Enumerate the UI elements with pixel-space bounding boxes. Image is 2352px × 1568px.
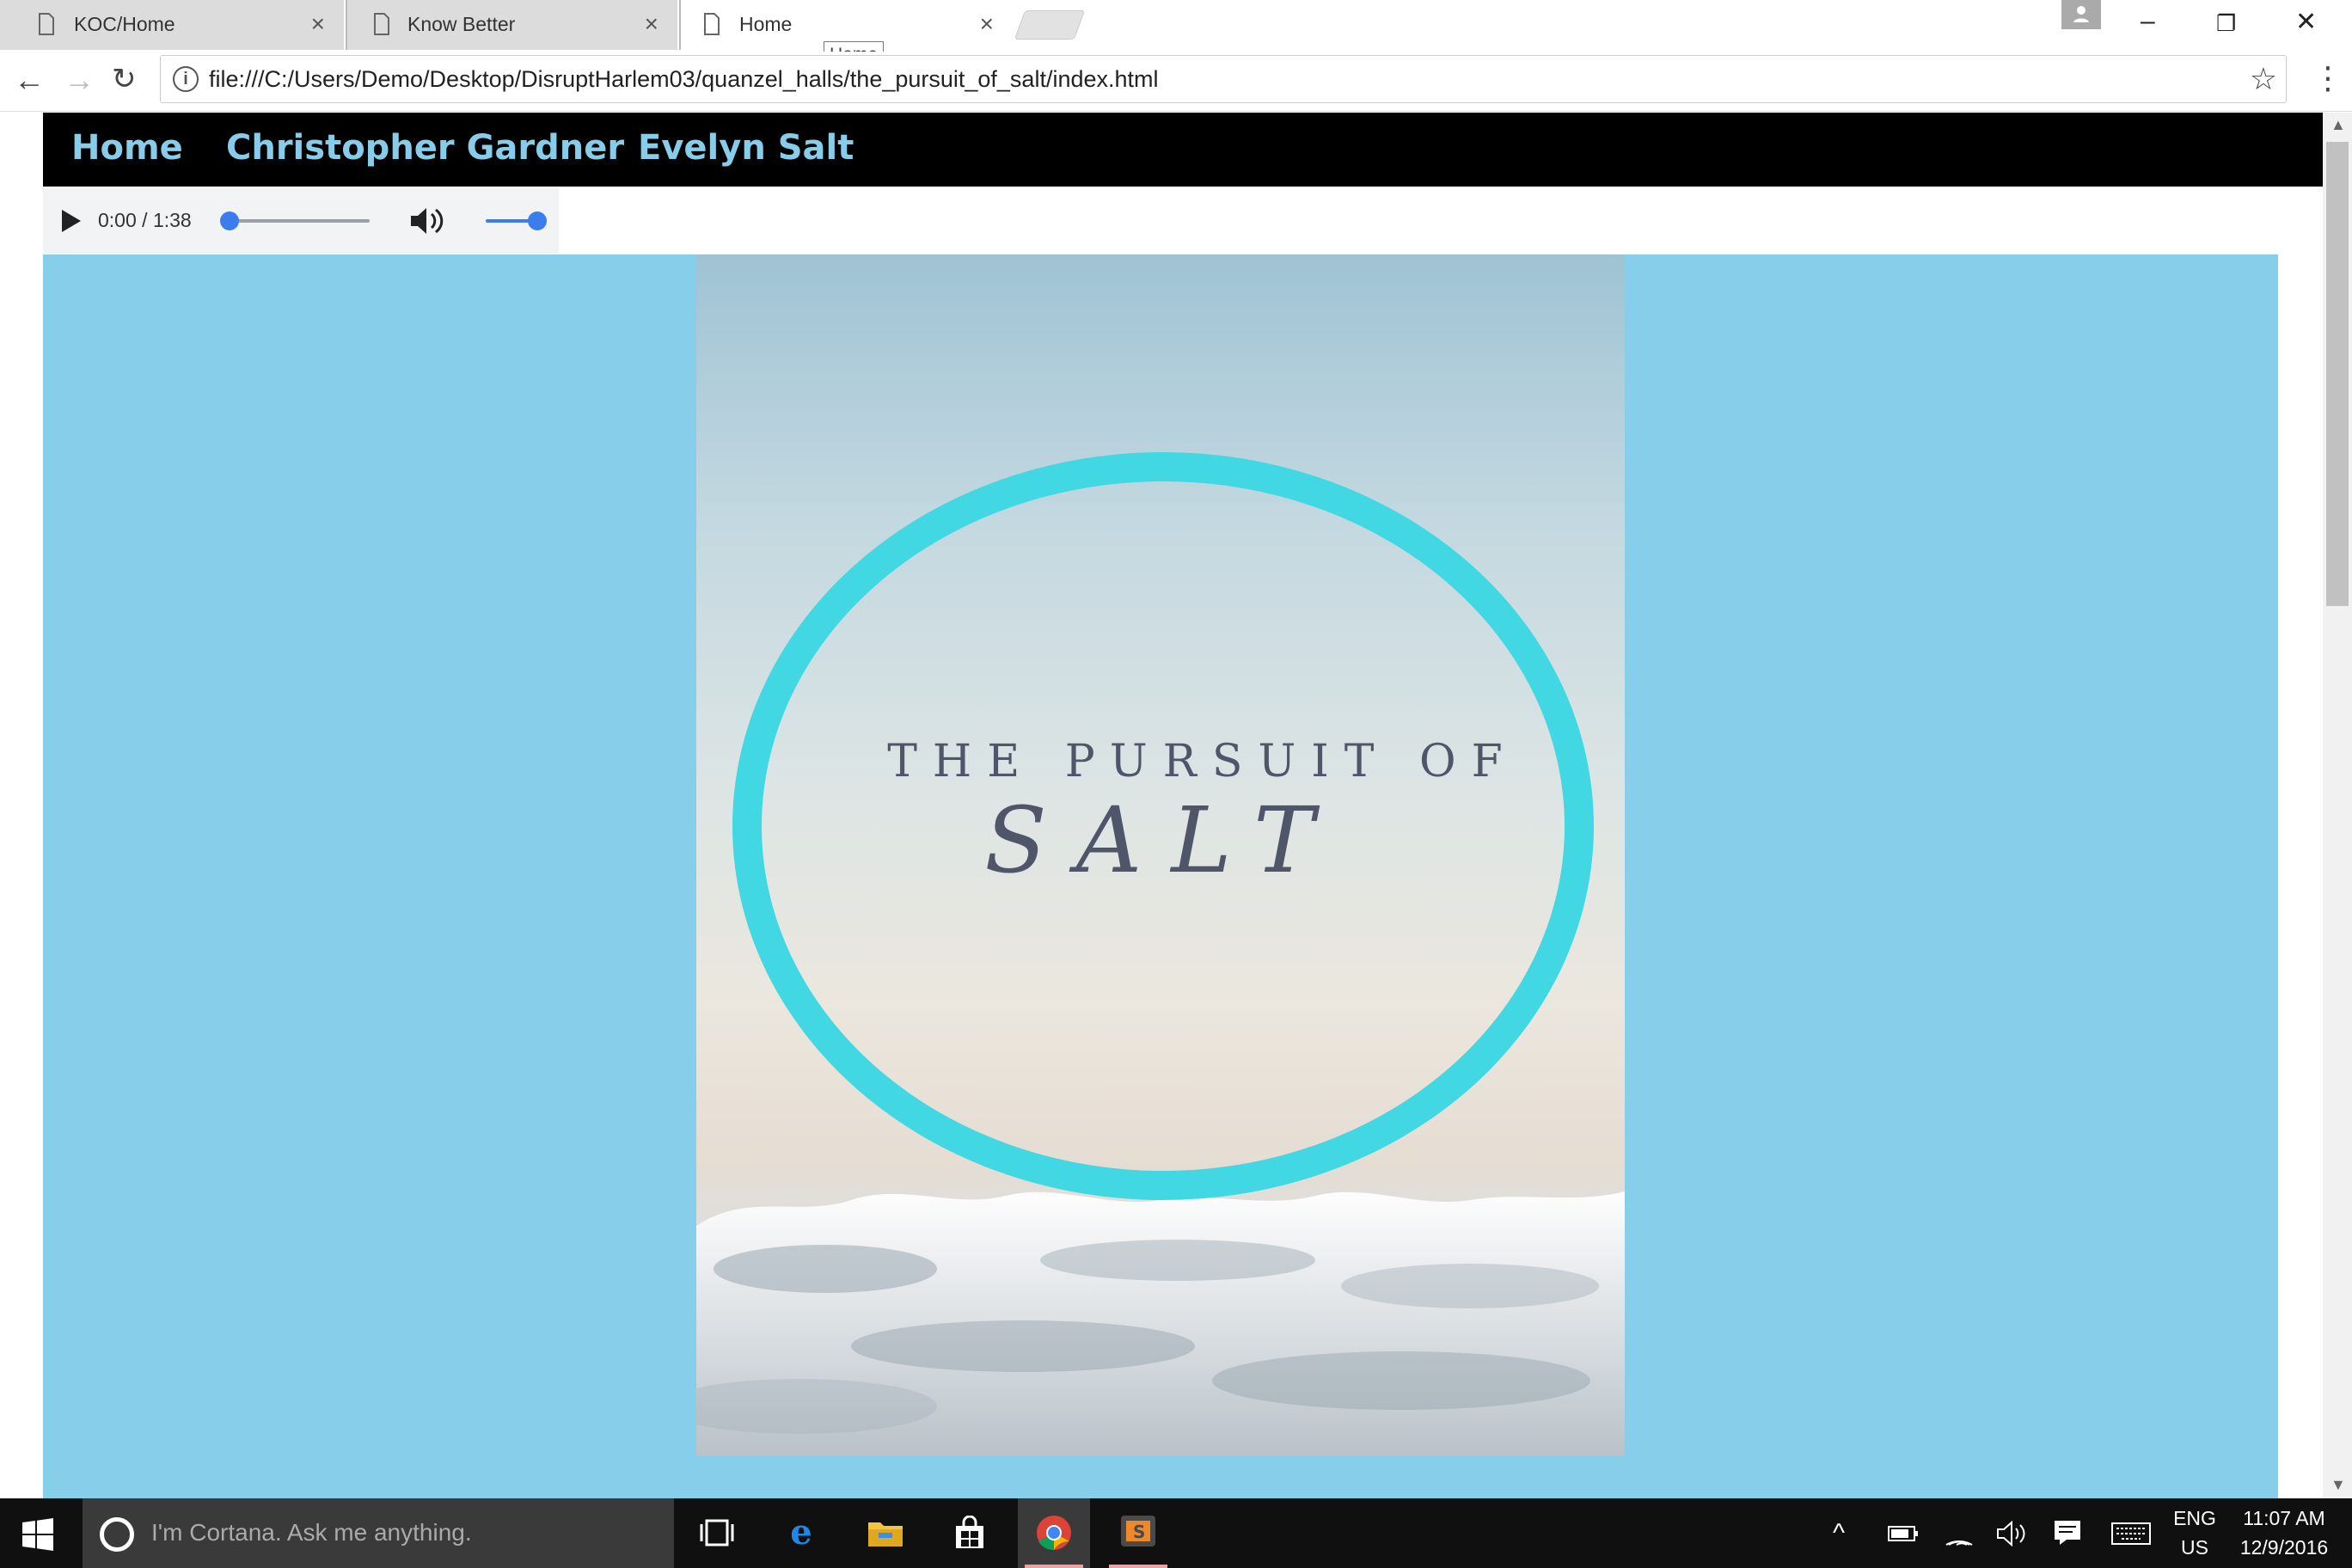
nav-link-christopher-gardner[interactable]: Christopher Gardner [226,128,624,168]
nav-link-evelyn-salt[interactable]: Evelyn Salt [638,128,854,168]
svg-text:S: S [1133,1522,1145,1542]
search-placeholder: I'm Cortana. Ask me anything. [151,1519,472,1546]
tab-title: KOC/Home [74,13,175,35]
volume-slider[interactable] [486,219,534,223]
page-icon [704,13,720,35]
chrome-icon [1037,1516,1071,1551]
store-button[interactable] [934,1498,1006,1568]
close-icon[interactable]: × [311,10,325,38]
menu-icon[interactable]: ⋮ [2312,60,2343,96]
audio-player: 0:00 / 1:38 [43,188,559,254]
poster-title-line2: SALT [984,787,1344,893]
page-icon [39,13,54,35]
sublime-text-button[interactable]: S [1102,1498,1174,1568]
poster-title-line1: THE PURSUIT OF [887,736,1518,787]
page-viewport: Home Christopher Gardner Evelyn Salt 0:0… [0,113,2352,1498]
hero-section: THE PURSUIT OF SALT [43,254,2278,1498]
edge-icon: e [790,1512,812,1553]
close-icon[interactable]: × [980,10,994,38]
forward-icon[interactable]: → [64,62,95,98]
url-text[interactable]: file:///C:/Users/Demo/Desktop/DisruptHar… [209,66,1159,93]
restore-icon[interactable]: ❐ [2216,10,2236,37]
tab-title: Home [739,13,793,35]
bookmark-star-icon[interactable]: ☆ [2250,61,2277,97]
volume-icon[interactable] [409,204,445,238]
new-tab-button[interactable] [1014,10,1086,40]
edge-button[interactable]: e [765,1498,837,1568]
speaker-icon[interactable] [1996,1521,2027,1547]
profile-button[interactable] [2061,0,2101,29]
page-scrollbar[interactable]: ▲ ▼ [2323,113,2352,1498]
chevron-up-icon[interactable]: ^ [1833,1519,1845,1548]
active-app-indicator [1025,1565,1083,1568]
battery-icon[interactable] [1888,1524,1919,1543]
scroll-thumb[interactable] [2326,142,2349,606]
time-separator: / [142,209,148,231]
windows-start-icon[interactable] [21,1517,55,1552]
page-icon [374,13,389,35]
scroll-down-icon[interactable]: ▼ [2331,1476,2346,1494]
tab-know-better[interactable]: Know Better × [347,0,677,50]
seek-handle[interactable] [220,211,239,230]
notifications-icon[interactable] [2053,1519,2082,1547]
audio-time: 0:00 / 1:38 [98,209,192,232]
input-region[interactable]: US [2173,1536,2216,1559]
clock-time[interactable]: 11:07 AM [2232,1507,2337,1530]
volume-handle[interactable] [528,211,547,230]
current-time: 0:00 [98,209,137,231]
cortana-search-box[interactable]: I'm Cortana. Ask me anything. [83,1498,674,1568]
keyboard-icon[interactable] [2111,1522,2151,1545]
task-view-icon [700,1519,734,1547]
file-explorer-icon [868,1522,903,1547]
user-icon [2073,6,2089,22]
clock-date[interactable]: 12/9/2016 [2232,1536,2337,1559]
task-view-button[interactable] [681,1498,753,1568]
cortana-icon [100,1517,134,1552]
back-icon[interactable]: ← [14,62,45,98]
site-nav: Home Christopher Gardner Evelyn Salt [43,113,2323,187]
address-bar[interactable]: i file:///C:/Users/Demo/Desktop/DisruptH… [160,55,2287,103]
close-icon[interactable]: × [645,10,658,38]
tab-koc-home[interactable]: KOC/Home × [0,0,344,50]
play-icon[interactable] [62,210,81,232]
running-app-indicator [1109,1565,1167,1568]
seek-bar[interactable] [229,219,370,223]
scroll-up-icon[interactable]: ▲ [2331,116,2346,134]
file-explorer-button[interactable] [849,1498,922,1568]
nav-link-home[interactable]: Home [71,128,183,168]
close-window-icon[interactable]: ✕ [2295,7,2317,37]
poster-image: THE PURSUIT OF SALT [696,254,1625,1456]
reload-icon[interactable]: ↻ [112,62,137,96]
tab-title: Know Better [407,13,516,35]
info-icon[interactable]: i [173,66,199,92]
browser-toolbar: ← → ↻ i file:///C:/Users/Demo/Desktop/Di… [0,52,2352,112]
chrome-button[interactable] [1018,1498,1090,1568]
minimize-icon[interactable]: – [2141,7,2155,36]
sublime-text-icon: S [1121,1516,1155,1547]
browser-titlebar: KOC/Home × Know Better × Home × Home – ❐… [0,0,2352,69]
windows-taskbar: I'm Cortana. Ask me anything. e S ^ ENG … [0,1498,2352,1568]
store-icon [956,1516,983,1548]
clouds-decoration [696,1191,1625,1456]
duration: 1:38 [152,209,192,231]
input-language[interactable]: ENG [2173,1507,2216,1530]
wifi-icon[interactable] [1945,1519,1974,1547]
